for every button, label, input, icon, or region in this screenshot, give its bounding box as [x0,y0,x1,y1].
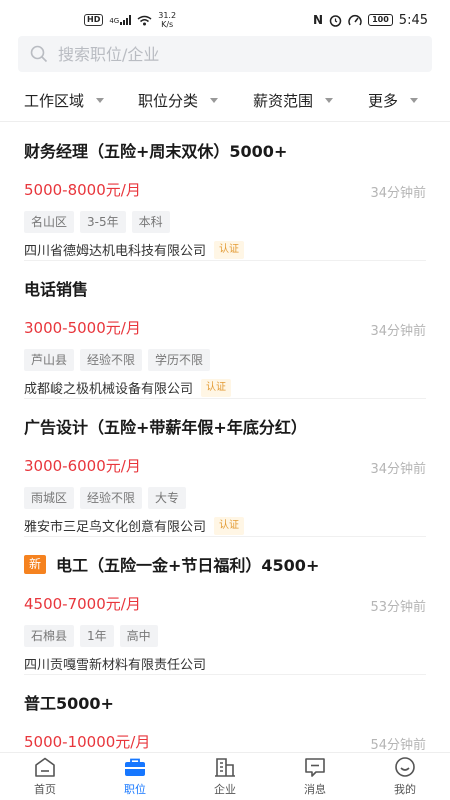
tab-companies[interactable]: 企业 [180,753,270,800]
tag-education: 大专 [148,487,187,509]
filter-label: 职位分类 [138,92,199,110]
job-salary: 5000-10000元/月 [24,733,151,751]
network-speed: 31.2 K/s [158,11,177,29]
search-bar[interactable] [18,36,432,72]
job-title-row: 新 电工（五险一金+节日福利）4500+ [24,553,426,575]
message-icon [305,758,325,777]
home-icon [35,757,55,777]
company-info: 雅安市三足鸟文化创意有限公司 认证 [24,516,245,535]
tab-profile[interactable]: 我的 [360,753,450,800]
battery-icon: 100 [368,14,393,26]
tab-label: 我的 [394,783,416,796]
verified-badge: 认证 [201,378,232,397]
job-post-time: 53分钟前 [370,600,426,615]
company-name: 四川省德姆达机电科技有限公司 [24,244,207,259]
tab-label: 首页 [34,783,56,796]
tab-messages[interactable]: 消息 [270,753,360,800]
tab-label: 企业 [214,783,236,796]
caret-down-icon [410,98,419,103]
job-salary: 3000-6000元/月 [24,457,141,475]
tab-label: 消息 [304,783,326,796]
search-input[interactable] [58,44,398,64]
filter-label: 工作区域 [24,92,85,110]
nfc-icon: N [313,13,324,27]
tag-location: 名山区 [24,211,75,233]
caret-down-icon [325,98,334,103]
tag-location: 石棉县 [24,625,75,647]
search-icon [30,45,48,63]
job-salary: 5000-8000元/月 [24,181,141,199]
alarm-icon [329,14,342,27]
job-salary: 3000-5000元/月 [24,319,141,337]
divider [24,674,426,675]
job-title: 电工（五险一金+节日福利）4500+ [56,556,320,575]
verified-badge: 认证 [214,240,245,259]
job-salary: 4500-7000元/月 [24,595,141,613]
filter-more[interactable]: 更多 [368,90,419,111]
company-name: 成都峻之极机械设备有限公司 [24,382,194,397]
tag-experience: 3-5年 [80,211,126,233]
tab-jobs[interactable]: 职位 [90,753,180,800]
tag-education: 本科 [131,211,170,233]
company-info: 成都峻之极机械设备有限公司 认证 [24,378,232,397]
job-title: 电话销售 [24,280,89,299]
job-card[interactable]: 电话销售 3000-5000元/月 34分钟前 芦山县 经验不限 学历不限 成都… [24,277,426,397]
job-post-time: 34分钟前 [370,462,426,477]
job-post-time: 34分钟前 [370,324,426,339]
filter-label: 更多 [368,92,399,110]
tag-education: 高中 [119,625,158,647]
job-tags: 石棉县 1年 高中 [24,625,158,647]
tag-location: 芦山县 [24,349,75,371]
job-title: 普工5000+ [24,694,114,713]
company-name: 四川贡嘎雪新材料有限责任公司 [24,658,207,673]
divider [24,536,426,537]
tag-location: 雨城区 [24,487,75,509]
job-tags: 名山区 3-5年 本科 [24,211,170,233]
tag-experience: 1年 [80,625,114,647]
job-card[interactable]: 广告设计（五险+带薪年假+年底分红） 3000-6000元/月 34分钟前 雨城… [24,415,426,535]
caret-down-icon [96,98,105,103]
job-card[interactable]: 财务经理（五险+周末双休）5000+ 5000-8000元/月 34分钟前 名山… [24,139,426,259]
new-badge: 新 [24,554,46,574]
filter-job-category[interactable]: 职位分类 [138,90,219,111]
job-post-time: 34分钟前 [370,186,426,201]
job-tags: 芦山县 经验不限 学历不限 [24,349,211,371]
filter-label: 薪资范围 [253,92,314,110]
job-tags: 雨城区 经验不限 大专 [24,487,187,509]
tag-education: 学历不限 [148,349,211,371]
building-icon [215,758,235,777]
divider [24,260,426,261]
tag-experience: 经验不限 [80,349,143,371]
verified-badge: 认证 [214,516,245,535]
filter-work-area[interactable]: 工作区域 [24,90,105,111]
company-info: 四川省德姆达机电科技有限公司 认证 [24,240,245,259]
divider [24,398,426,399]
filter-bar: 工作区域 职位分类 薪资范围 更多 [0,80,450,122]
clock: 5:45 [398,12,428,28]
tab-label: 职位 [124,783,146,796]
job-title: 财务经理（五险+周末双休）5000+ [24,142,288,161]
status-bar: HD 4G 31.2 K/s N 100 5:45 [0,0,450,40]
job-card[interactable]: 普工5000+ 5000-10000元/月 54分钟前 [24,691,426,785]
job-title: 广告设计（五险+带薪年假+年底分红） [24,418,307,437]
briefcase-icon [125,758,145,776]
speedometer-icon [348,15,362,26]
company-name: 雅安市三足鸟文化创意有限公司 [24,520,207,535]
wifi-icon [137,15,152,25]
job-post-time: 54分钟前 [370,738,426,753]
cellular-signal-icon: 4G [109,15,132,25]
company-info: 四川贡嘎雪新材料有限责任公司 [24,654,206,673]
tag-experience: 经验不限 [80,487,143,509]
tab-home[interactable]: 首页 [0,753,90,800]
hd-voice-icon: HD [84,14,104,26]
filter-salary-range[interactable]: 薪资范围 [253,90,334,111]
caret-down-icon [210,98,219,103]
profile-icon [395,757,415,777]
job-card[interactable]: 新 电工（五险一金+节日福利）4500+ 4500-7000元/月 53分钟前 … [24,553,426,673]
bottom-tab-bar: 首页 职位 企业 消息 我的 [0,752,450,800]
